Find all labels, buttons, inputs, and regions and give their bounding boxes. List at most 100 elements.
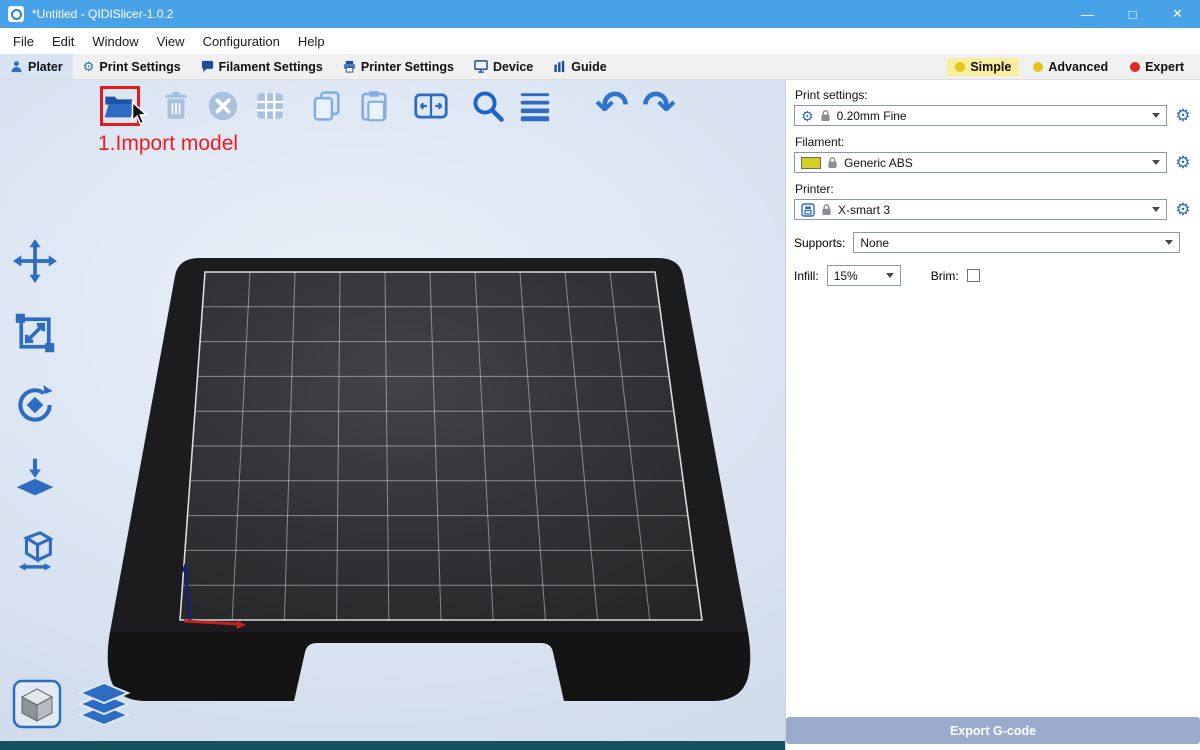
filament-value: Generic ABS — [844, 156, 913, 170]
supports-select[interactable]: None — [853, 232, 1180, 253]
view-3d-button[interactable] — [12, 679, 62, 734]
move-icon — [13, 239, 57, 283]
rotate-tool-button[interactable] — [12, 382, 58, 428]
trash-icon — [160, 89, 192, 123]
menu-configuration[interactable]: Configuration — [194, 34, 289, 49]
main-toolbar: ↶ ↷ — [100, 86, 686, 126]
layers-view-button[interactable] — [78, 681, 130, 734]
minimize-button[interactable]: — — [1065, 0, 1110, 28]
annotation-import-model: 1.Import model — [98, 132, 238, 156]
print-settings-select[interactable]: ⚙ 0.20mm Fine — [794, 105, 1167, 126]
search-button[interactable] — [468, 86, 508, 126]
menu-window[interactable]: Window — [83, 34, 147, 49]
lock-icon — [827, 156, 838, 169]
cursor-icon — [129, 101, 149, 127]
menu-file[interactable]: File — [4, 34, 43, 49]
lock-icon — [820, 109, 831, 122]
redo-button[interactable]: ↷ — [639, 86, 679, 126]
bed-front-face — [108, 632, 749, 701]
view-toolbar — [12, 679, 130, 734]
menu-edit[interactable]: Edit — [43, 34, 83, 49]
search-icon — [470, 88, 506, 124]
print-settings-gear-button[interactable]: ⚙ — [1174, 107, 1192, 124]
printer-icon — [343, 60, 356, 73]
infill-value: 15% — [834, 269, 858, 283]
infill-select[interactable]: 15% — [827, 265, 901, 286]
split-objects-button[interactable] — [411, 86, 451, 126]
printer-select[interactable]: X-smart 3 — [794, 199, 1167, 220]
paste-button[interactable] — [354, 86, 394, 126]
expert-dot-icon — [1130, 62, 1140, 72]
print-settings-label: Print settings: — [795, 88, 1192, 102]
app-icon — [8, 6, 24, 22]
gizmo-toolbar — [12, 238, 58, 572]
arrange-grid-icon — [253, 89, 287, 123]
tab-guide[interactable]: Guide — [543, 54, 616, 79]
mode-expert-label: Expert — [1145, 60, 1184, 74]
scale-tool-button[interactable] — [12, 310, 58, 356]
scale-icon — [13, 311, 57, 355]
layer-lines-icon — [518, 90, 552, 122]
titlebar: *Untitled - QIDISlicer-1.0.2 — □ ✕ — [0, 0, 1200, 28]
arrange-button[interactable] — [250, 86, 290, 126]
simple-dot-icon — [955, 62, 965, 72]
place-on-face-tool-button[interactable] — [12, 454, 58, 500]
print-bed — [0, 80, 785, 750]
tab-guide-label: Guide — [571, 60, 606, 74]
mode-simple[interactable]: Simple — [947, 58, 1019, 76]
chevron-down-icon — [1152, 207, 1160, 212]
undo-button[interactable]: ↶ — [592, 86, 632, 126]
view-3d-cube-icon — [12, 679, 62, 729]
variable-layer-height-button[interactable] — [515, 86, 555, 126]
filament-icon — [201, 60, 214, 73]
window-title: *Untitled - QIDISlicer-1.0.2 — [32, 7, 173, 21]
measure-tool-button[interactable] — [12, 526, 58, 572]
supports-value: None — [860, 236, 889, 250]
copy-button[interactable] — [307, 86, 347, 126]
filament-gear-button[interactable]: ⚙ — [1174, 154, 1192, 171]
tab-plater-label: Plater — [28, 60, 63, 74]
brim-label: Brim: — [931, 269, 959, 283]
device-icon — [474, 60, 488, 73]
rotate-icon — [13, 383, 57, 427]
tab-plater[interactable]: Plater — [0, 54, 73, 79]
mode-simple-label: Simple — [970, 60, 1011, 74]
brim-checkbox[interactable] — [967, 269, 980, 282]
tab-printer-settings[interactable]: Printer Settings — [333, 54, 464, 79]
plater-icon — [10, 60, 23, 73]
menu-help[interactable]: Help — [289, 34, 334, 49]
viewport-3d[interactable]: ↶ ↷ 1.Import model — [0, 80, 785, 750]
supports-label: Supports: — [794, 236, 845, 250]
infill-label: Infill: — [794, 269, 819, 283]
chevron-down-icon — [1152, 160, 1160, 165]
print-settings-value: 0.20mm Fine — [837, 109, 907, 123]
guide-icon — [553, 60, 566, 73]
printer-gear-button[interactable]: ⚙ — [1174, 201, 1192, 218]
tab-device-label: Device — [493, 60, 533, 74]
redo-icon: ↷ — [642, 88, 676, 124]
mode-expert[interactable]: Expert — [1122, 58, 1192, 76]
tab-printer-settings-label: Printer Settings — [361, 60, 454, 74]
paste-icon — [357, 89, 391, 123]
menu-view[interactable]: View — [148, 34, 194, 49]
export-gcode-button[interactable]: Export G-code — [786, 717, 1200, 744]
close-button[interactable]: ✕ — [1155, 0, 1200, 28]
filament-select[interactable]: Generic ABS — [794, 152, 1167, 173]
delete-button[interactable] — [156, 86, 196, 126]
undo-icon: ↶ — [595, 88, 629, 124]
tab-filament-settings[interactable]: Filament Settings — [191, 54, 333, 79]
printer-icon — [801, 203, 815, 217]
maximize-button[interactable]: □ — [1110, 0, 1155, 28]
move-tool-button[interactable] — [12, 238, 58, 284]
gear-icon: ⚙ — [801, 109, 814, 123]
delete-all-button[interactable] — [203, 86, 243, 126]
tab-device[interactable]: Device — [464, 54, 543, 79]
chevron-down-icon — [886, 273, 894, 278]
filament-label: Filament: — [795, 135, 1192, 149]
gear-icon: ⚙ — [83, 60, 95, 73]
mode-advanced[interactable]: Advanced — [1025, 58, 1116, 76]
tab-print-settings[interactable]: ⚙ Print Settings — [73, 54, 191, 79]
filament-color-swatch — [801, 157, 821, 169]
place-on-face-icon — [13, 455, 57, 499]
split-window-icon — [413, 89, 449, 123]
